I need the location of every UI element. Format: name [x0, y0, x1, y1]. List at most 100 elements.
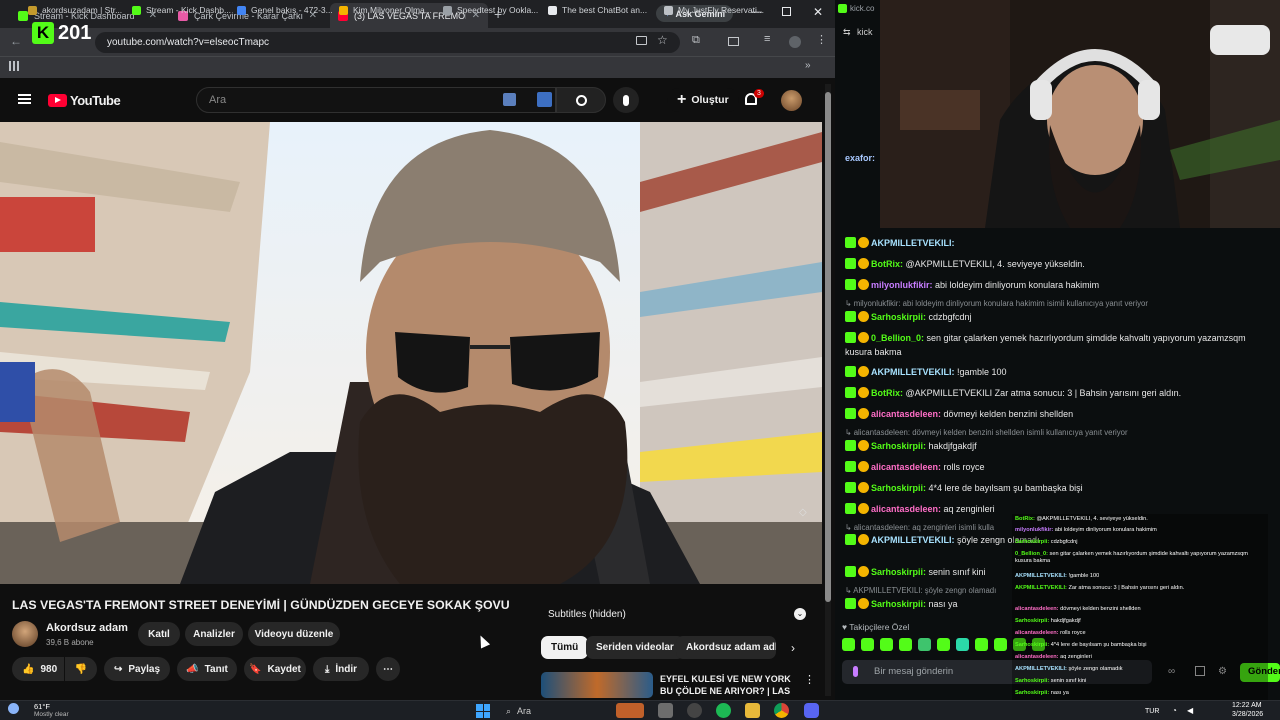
channel-avatar[interactable]	[12, 621, 38, 647]
language-indicator[interactable]: TUR	[1145, 708, 1159, 715]
app-icon-avatar[interactable]	[616, 703, 644, 718]
sidepanel-icon[interactable]	[728, 37, 739, 46]
extensions-icon[interactable]: ⧉	[692, 34, 700, 47]
start-button[interactable]	[476, 704, 490, 718]
chat-username[interactable]: alicantasdeleen:	[871, 409, 941, 419]
chat-level-badge-icon	[858, 237, 869, 248]
tab-favicon-icon	[18, 10, 28, 21]
chrome-icon[interactable]	[774, 703, 789, 718]
share-button[interactable]: ↪ Paylaş	[104, 657, 170, 681]
save-button[interactable]: 🔖 Kaydet	[244, 657, 306, 681]
player-expand-icon[interactable]: ◇	[799, 507, 807, 518]
bookmark-star-icon[interactable]: ☆	[657, 33, 668, 47]
chat-username[interactable]: Sarhoskirpii:	[871, 441, 926, 451]
volume-icon[interactable]: ◀	[1187, 706, 1193, 715]
emote-icon[interactable]	[899, 638, 912, 651]
spotify-icon[interactable]	[716, 703, 731, 718]
analytics-button[interactable]: Analizler	[185, 622, 243, 646]
bookmark-item[interactable]: Genel bakış - 472-3...	[237, 5, 333, 15]
discord-icon[interactable]	[804, 703, 819, 718]
page-scrollbar[interactable]	[825, 84, 831, 696]
emote-icon[interactable]	[937, 638, 950, 651]
notifications-button[interactable]: 3	[745, 89, 764, 105]
chat-username[interactable]: BotRix:	[871, 259, 903, 269]
weather-temp[interactable]: 61°F	[34, 702, 50, 711]
join-button[interactable]: Katıl	[138, 622, 180, 646]
apps-grid-icon[interactable]	[9, 61, 19, 71]
profile-avatar[interactable]	[789, 36, 801, 48]
chat-top-user: exafor:	[845, 153, 876, 163]
emote-icon[interactable]	[994, 638, 1007, 651]
chat-username[interactable]: Sarhoskirpii:	[871, 483, 926, 493]
chat-username[interactable]: BotRix:	[871, 388, 903, 398]
media-icon[interactable]: ≡	[764, 33, 770, 45]
maximize-button[interactable]	[782, 7, 791, 16]
channel-name[interactable]: Akordsuz adam	[46, 622, 128, 634]
chat-username[interactable]: AKPMILLETVEKILI:	[871, 535, 955, 545]
chat-badge-icon	[845, 440, 856, 451]
chat-header-back[interactable]: ⇆ kick	[843, 27, 873, 38]
chevron-down-icon[interactable]: ⌄	[794, 608, 806, 620]
bookmark-item[interactable]: Kim Milyoner Olma...	[339, 5, 432, 15]
recommendation-menu-icon[interactable]: ⋮	[804, 673, 815, 686]
dislike-button[interactable]: 👎	[65, 657, 97, 681]
chat-text: senin sınıf kini	[928, 567, 986, 577]
clock-time[interactable]: 12:22 AM	[1232, 702, 1262, 709]
chevron-right-icon[interactable]: ›	[791, 641, 795, 655]
like-button[interactable]: 👍 980	[12, 657, 64, 681]
video-player[interactable]	[0, 122, 822, 584]
emote-icon[interactable]	[956, 638, 969, 651]
back-icon[interactable]: ←	[10, 34, 22, 48]
youtube-search-input[interactable]: Ara	[196, 87, 556, 113]
download-button[interactable]: ⤓ İndir	[313, 657, 369, 681]
bookmark-item[interactable]: My JustFly Reservati...	[664, 5, 764, 15]
file-explorer-icon[interactable]	[658, 703, 673, 718]
bookmarks-overflow-icon[interactable]: »	[805, 60, 811, 71]
youtube-search-button[interactable]	[556, 87, 606, 113]
hamburger-menu-icon[interactable]	[18, 94, 31, 104]
bookmark-item[interactable]: akordsuzadam | Str...	[28, 5, 122, 15]
url-field[interactable]: youtube.com/watch?v=elseocTmapc	[95, 32, 680, 53]
chip-series[interactable]: Seriden videolar	[586, 636, 684, 659]
promote-button[interactable]: 📣 Tanıt	[177, 657, 237, 681]
chat-username[interactable]: Sarhoskirpii:	[871, 599, 926, 609]
chat-username[interactable]: alicantasdeleen:	[871, 462, 941, 472]
chat-username[interactable]: AKPMILLETVEKILI:	[871, 367, 955, 377]
recommendation-thumbnail[interactable]	[541, 672, 653, 698]
emote-icon[interactable]	[975, 638, 988, 651]
chip-channel[interactable]: Akordsuz adam adlı y	[676, 636, 776, 659]
obs-icon[interactable]	[687, 703, 702, 718]
taskbar-search[interactable]: ⌕ Ara	[506, 703, 606, 719]
chat-mic-icon[interactable]	[853, 666, 858, 677]
chat-level-badge-icon	[858, 387, 869, 398]
wifi-icon[interactable]: ◔	[1172, 706, 1177, 715]
bookmark-item[interactable]: Speedtest by Ookla...	[443, 5, 538, 15]
chat-username[interactable]: 0_Bellion_0:	[871, 333, 924, 343]
chip-all[interactable]: Tümü	[541, 636, 589, 659]
screenshot-icon[interactable]	[537, 92, 552, 107]
chat-username[interactable]: milyonlukfikir:	[871, 280, 933, 290]
youtube-logo[interactable]: YouTube	[48, 93, 121, 108]
translate-icon[interactable]	[503, 93, 516, 106]
account-avatar[interactable]	[781, 90, 802, 111]
chat-username[interactable]: Sarhoskirpii:	[871, 567, 926, 577]
chat-username[interactable]: alicantasdeleen:	[871, 504, 941, 514]
close-window-button[interactable]: ✕	[813, 5, 823, 19]
chat-username[interactable]: Sarhoskirpii:	[871, 312, 926, 322]
browser-menu-icon[interactable]: ⋮	[816, 33, 827, 46]
more-actions-button[interactable]: ⋯	[376, 657, 400, 681]
voice-search-button[interactable]	[613, 87, 639, 113]
weather-icon[interactable]	[8, 703, 19, 714]
emote-icon[interactable]	[918, 638, 931, 651]
chat-username[interactable]: AKPMILLETVEKILI:	[871, 238, 955, 248]
bookmark-item[interactable]: Stream - Kick Dashb...	[132, 5, 231, 15]
subtitles-panel-header[interactable]: Subtitles (hidden) ⌄	[540, 604, 810, 626]
emote-icon[interactable]	[880, 638, 893, 651]
bookmark-item[interactable]: The best ChatBot an...	[548, 5, 647, 15]
create-button[interactable]: + Oluştur	[667, 88, 739, 112]
emote-icon[interactable]	[861, 638, 874, 651]
folder-icon[interactable]	[745, 703, 760, 718]
cast-icon[interactable]	[636, 36, 647, 45]
edit-video-button[interactable]: Videoyu düzenle	[248, 622, 340, 646]
emote-icon[interactable]	[842, 638, 855, 651]
